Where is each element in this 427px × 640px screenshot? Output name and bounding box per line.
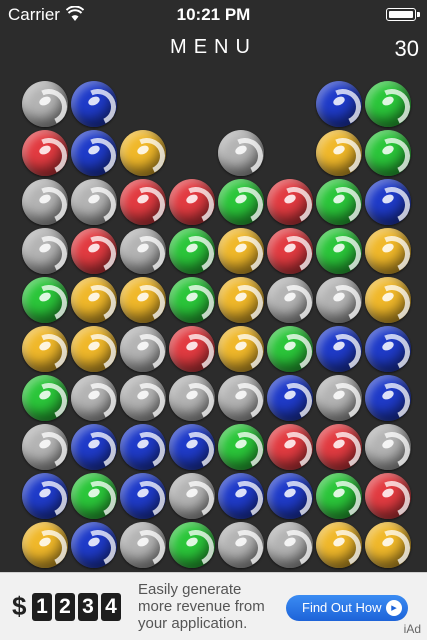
red-marble[interactable] — [169, 326, 215, 372]
gray-marble[interactable] — [71, 375, 117, 421]
blue-marble[interactable] — [267, 375, 313, 421]
green-marble[interactable] — [365, 81, 411, 127]
ad-counter: 1 2 3 4 — [32, 593, 121, 621]
ad-digit: 1 — [32, 593, 52, 621]
ad-line: more revenue from — [138, 598, 265, 615]
blue-marble[interactable] — [71, 424, 117, 470]
gray-marble[interactable] — [120, 375, 166, 421]
blue-marble[interactable] — [71, 130, 117, 176]
gray-marble[interactable] — [218, 375, 264, 421]
gray-marble[interactable] — [267, 522, 313, 568]
yellow-marble[interactable] — [316, 130, 362, 176]
chevron-right-icon: ▸ — [386, 600, 402, 616]
gray-marble[interactable] — [218, 130, 264, 176]
yellow-marble[interactable] — [120, 277, 166, 323]
gray-marble[interactable] — [71, 179, 117, 225]
yellow-marble[interactable] — [218, 228, 264, 274]
red-marble[interactable] — [267, 179, 313, 225]
gray-marble[interactable] — [267, 277, 313, 323]
find-out-how-label: Find Out How — [302, 600, 382, 615]
red-marble[interactable] — [71, 228, 117, 274]
blue-marble[interactable] — [365, 179, 411, 225]
blue-marble[interactable] — [71, 81, 117, 127]
green-marble[interactable] — [316, 228, 362, 274]
green-marble[interactable] — [169, 522, 215, 568]
blue-marble[interactable] — [316, 81, 362, 127]
gray-marble[interactable] — [120, 228, 166, 274]
gray-marble[interactable] — [120, 522, 166, 568]
gray-marble[interactable] — [22, 81, 68, 127]
blue-marble[interactable] — [120, 473, 166, 519]
yellow-marble[interactable] — [120, 130, 166, 176]
blue-marble[interactable] — [267, 473, 313, 519]
yellow-marble[interactable] — [365, 228, 411, 274]
iad-logo: iAd — [403, 622, 421, 636]
ad-line: your application. — [138, 615, 248, 632]
blue-marble[interactable] — [169, 424, 215, 470]
gray-marble[interactable] — [316, 277, 362, 323]
yellow-marble[interactable] — [316, 522, 362, 568]
green-marble[interactable] — [218, 179, 264, 225]
yellow-marble[interactable] — [71, 277, 117, 323]
red-marble[interactable] — [267, 424, 313, 470]
green-marble[interactable] — [365, 130, 411, 176]
game-board — [0, 0, 427, 572]
iad-banner[interactable]: $ 1 2 3 4 Easily generate more revenue f… — [0, 572, 427, 640]
red-marble[interactable] — [267, 228, 313, 274]
yellow-marble[interactable] — [71, 326, 117, 372]
gray-marble[interactable] — [169, 375, 215, 421]
blue-marble[interactable] — [316, 326, 362, 372]
ad-digit: 2 — [55, 593, 75, 621]
blue-marble[interactable] — [218, 473, 264, 519]
red-marble[interactable] — [169, 179, 215, 225]
gray-marble[interactable] — [218, 522, 264, 568]
ad-line: Easily generate — [138, 581, 242, 598]
gray-marble[interactable] — [22, 424, 68, 470]
green-marble[interactable] — [218, 424, 264, 470]
yellow-marble[interactable] — [22, 522, 68, 568]
blue-marble[interactable] — [365, 326, 411, 372]
green-marble[interactable] — [316, 179, 362, 225]
green-marble[interactable] — [22, 277, 68, 323]
find-out-how-button[interactable]: Find Out How ▸ — [286, 595, 408, 621]
green-marble[interactable] — [169, 277, 215, 323]
blue-marble[interactable] — [365, 375, 411, 421]
ad-dollar-sign: $ — [12, 591, 27, 621]
gray-marble[interactable] — [316, 375, 362, 421]
gray-marble[interactable] — [22, 179, 68, 225]
ad-digit: 4 — [101, 593, 121, 621]
green-marble[interactable] — [22, 375, 68, 421]
red-marble[interactable] — [22, 130, 68, 176]
gray-marble[interactable] — [169, 473, 215, 519]
yellow-marble[interactable] — [218, 277, 264, 323]
blue-marble[interactable] — [71, 522, 117, 568]
green-marble[interactable] — [267, 326, 313, 372]
red-marble[interactable] — [120, 179, 166, 225]
yellow-marble[interactable] — [22, 326, 68, 372]
green-marble[interactable] — [316, 473, 362, 519]
blue-marble[interactable] — [22, 473, 68, 519]
ad-digit: 3 — [78, 593, 98, 621]
red-marble[interactable] — [316, 424, 362, 470]
blue-marble[interactable] — [120, 424, 166, 470]
green-marble[interactable] — [169, 228, 215, 274]
red-marble[interactable] — [365, 473, 411, 519]
gray-marble[interactable] — [365, 424, 411, 470]
yellow-marble[interactable] — [218, 326, 264, 372]
yellow-marble[interactable] — [365, 277, 411, 323]
ad-copy: Easily generate more revenue from your a… — [138, 581, 265, 632]
green-marble[interactable] — [71, 473, 117, 519]
gray-marble[interactable] — [22, 228, 68, 274]
yellow-marble[interactable] — [365, 522, 411, 568]
gray-marble[interactable] — [120, 326, 166, 372]
